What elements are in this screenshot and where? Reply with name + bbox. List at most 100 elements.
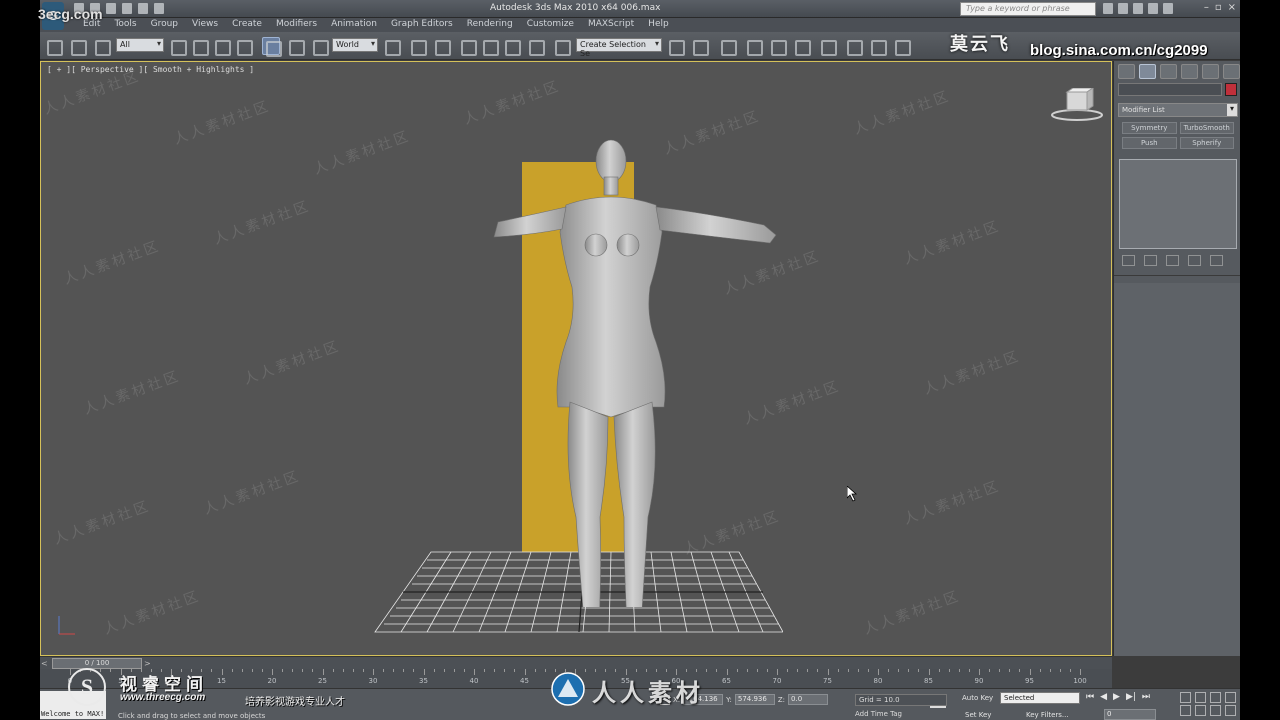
menu-graph-editors[interactable]: Graph Editors	[384, 19, 460, 29]
previous-frame-icon[interactable]: ◀	[1100, 692, 1107, 702]
help-icon[interactable]	[1163, 3, 1173, 14]
perspective-viewport[interactable]: [ + ][ Perspective ][ Smooth + Highlight…	[40, 61, 1112, 656]
material-editor-icon[interactable]	[818, 37, 837, 56]
spinner-snap-icon[interactable]	[526, 37, 545, 56]
mirror-icon[interactable]	[666, 37, 685, 56]
binoculars-icon[interactable]	[1103, 3, 1113, 14]
favorites-star-icon[interactable]	[1148, 3, 1158, 14]
turbosmooth-button[interactable]: TurboSmooth	[1179, 122, 1234, 134]
push-button[interactable]: Push	[1122, 137, 1177, 149]
viewport-label[interactable]: [ + ][ Perspective ][ Smooth + Highlight…	[47, 65, 254, 74]
key-filters-button[interactable]: Key Filters...	[1026, 711, 1069, 719]
hierarchy-tab-icon[interactable]	[1160, 64, 1177, 79]
curve-editor-icon[interactable]	[768, 37, 787, 56]
add-time-tag-button[interactable]: Add Time Tag	[855, 710, 902, 718]
menu-tools[interactable]: Tools	[107, 19, 143, 29]
zoom-extents-icon[interactable]	[1210, 692, 1221, 703]
auto-key-button[interactable]: Auto Key	[962, 694, 993, 702]
motion-tab-icon[interactable]	[1181, 64, 1198, 79]
rectangular-selection-icon[interactable]	[212, 37, 231, 56]
show-end-result-icon[interactable]	[1144, 255, 1157, 266]
snaps-toggle-icon[interactable]	[458, 37, 477, 56]
manipulate-icon[interactable]	[408, 37, 427, 56]
modify-tab-icon[interactable]	[1139, 64, 1156, 79]
menu-create[interactable]: Create	[225, 19, 269, 29]
object-name-field[interactable]	[1118, 83, 1222, 96]
utilities-tab-icon[interactable]	[1223, 64, 1240, 79]
spherify-button[interactable]: Spherify	[1179, 137, 1234, 149]
menu-help[interactable]: Help	[641, 19, 676, 29]
next-frame-arrow-icon[interactable]: >	[144, 659, 151, 668]
create-tab-icon[interactable]	[1118, 64, 1135, 79]
set-key-icon[interactable]	[930, 698, 946, 708]
parameters-rollout[interactable]	[1114, 283, 1240, 656]
communication-icon[interactable]	[1133, 3, 1143, 14]
menu-animation[interactable]: Animation	[324, 19, 384, 29]
link-icon[interactable]	[44, 37, 63, 56]
menu-customize[interactable]: Customize	[520, 19, 581, 29]
make-unique-icon[interactable]	[1166, 255, 1179, 266]
zoom-all-icon[interactable]	[1195, 692, 1206, 703]
select-and-rotate-icon[interactable]	[286, 37, 305, 56]
edit-named-selection-icon[interactable]	[552, 37, 571, 56]
restore-button[interactable]: ▫	[1215, 2, 1222, 13]
layer-manager-icon[interactable]	[718, 37, 737, 56]
keyboard-shortcut-toggle-icon[interactable]	[432, 37, 451, 56]
select-by-name-icon[interactable]	[190, 37, 209, 56]
close-button[interactable]: ×	[1228, 2, 1236, 13]
menu-views[interactable]: Views	[185, 19, 225, 29]
pivot-center-icon[interactable]	[382, 37, 401, 56]
current-frame-field[interactable]: 0	[1104, 709, 1156, 720]
configure-modifier-sets-icon[interactable]	[1210, 255, 1223, 266]
select-and-move-icon[interactable]	[262, 37, 282, 57]
object-color-swatch[interactable]	[1225, 83, 1237, 96]
named-selection-dropdown[interactable]: Create Selection Se	[576, 38, 662, 58]
align-icon[interactable]	[690, 37, 709, 56]
set-key-button[interactable]: Set Key	[965, 711, 991, 719]
render-teapot-icon[interactable]	[892, 37, 911, 56]
schematic-view-icon[interactable]	[792, 37, 811, 56]
project-folder-icon[interactable]	[154, 3, 164, 14]
select-and-scale-icon[interactable]	[310, 37, 329, 56]
remove-modifier-icon[interactable]	[1188, 255, 1201, 266]
render-setup-icon[interactable]	[844, 37, 863, 56]
unlink-icon[interactable]	[68, 37, 87, 56]
subscription-icon[interactable]	[1118, 3, 1128, 14]
modifier-list-dropdown[interactable]: Modifier List	[1118, 103, 1238, 117]
save-file-icon[interactable]	[106, 3, 116, 14]
percent-snap-icon[interactable]	[502, 37, 521, 56]
minimize-button[interactable]: –	[1204, 2, 1209, 13]
character-model[interactable]	[446, 137, 786, 607]
selection-filter-dropdown[interactable]: All	[116, 38, 164, 52]
reference-coordinate-dropdown[interactable]: World	[332, 38, 378, 52]
next-frame-icon[interactable]: ▶|	[1126, 692, 1136, 702]
symmetry-button[interactable]: Symmetry	[1122, 122, 1177, 134]
go-to-end-icon[interactable]: ⏭	[1142, 692, 1150, 702]
redo-icon[interactable]	[138, 3, 148, 14]
menu-maxscript[interactable]: MAXScript	[581, 19, 641, 29]
menu-modifiers[interactable]: Modifiers	[269, 19, 324, 29]
select-object-icon[interactable]	[168, 37, 187, 56]
go-to-start-icon[interactable]: ⏮	[1086, 692, 1094, 702]
angle-snap-icon[interactable]	[480, 37, 499, 56]
undo-icon[interactable]	[122, 3, 132, 14]
menu-group[interactable]: Group	[144, 19, 185, 29]
modifier-stack[interactable]	[1119, 159, 1237, 249]
pin-stack-icon[interactable]	[1122, 255, 1135, 266]
orbit-icon[interactable]	[1210, 705, 1221, 716]
maximize-viewport-icon[interactable]	[1225, 705, 1236, 716]
bind-space-warp-icon[interactable]	[92, 37, 111, 56]
zoom-icon[interactable]	[1180, 692, 1191, 703]
key-selection-dropdown[interactable]: Selected	[1000, 692, 1080, 704]
zoom-extents-all-icon[interactable]	[1225, 692, 1236, 703]
prev-frame-arrow-icon[interactable]: <	[41, 659, 48, 668]
viewcube-icon[interactable]	[1049, 88, 1105, 122]
rendered-frame-icon[interactable]	[868, 37, 887, 56]
graphite-ribbon-icon[interactable]	[744, 37, 763, 56]
pan-view-icon[interactable]	[1195, 705, 1206, 716]
field-of-view-icon[interactable]	[1180, 705, 1191, 716]
play-icon[interactable]: ▶	[1113, 692, 1120, 702]
search-input[interactable]: Type a keyword or phrase	[960, 2, 1096, 16]
window-crossing-icon[interactable]	[234, 37, 253, 56]
y-coordinate-field[interactable]: 574.936	[734, 694, 775, 705]
